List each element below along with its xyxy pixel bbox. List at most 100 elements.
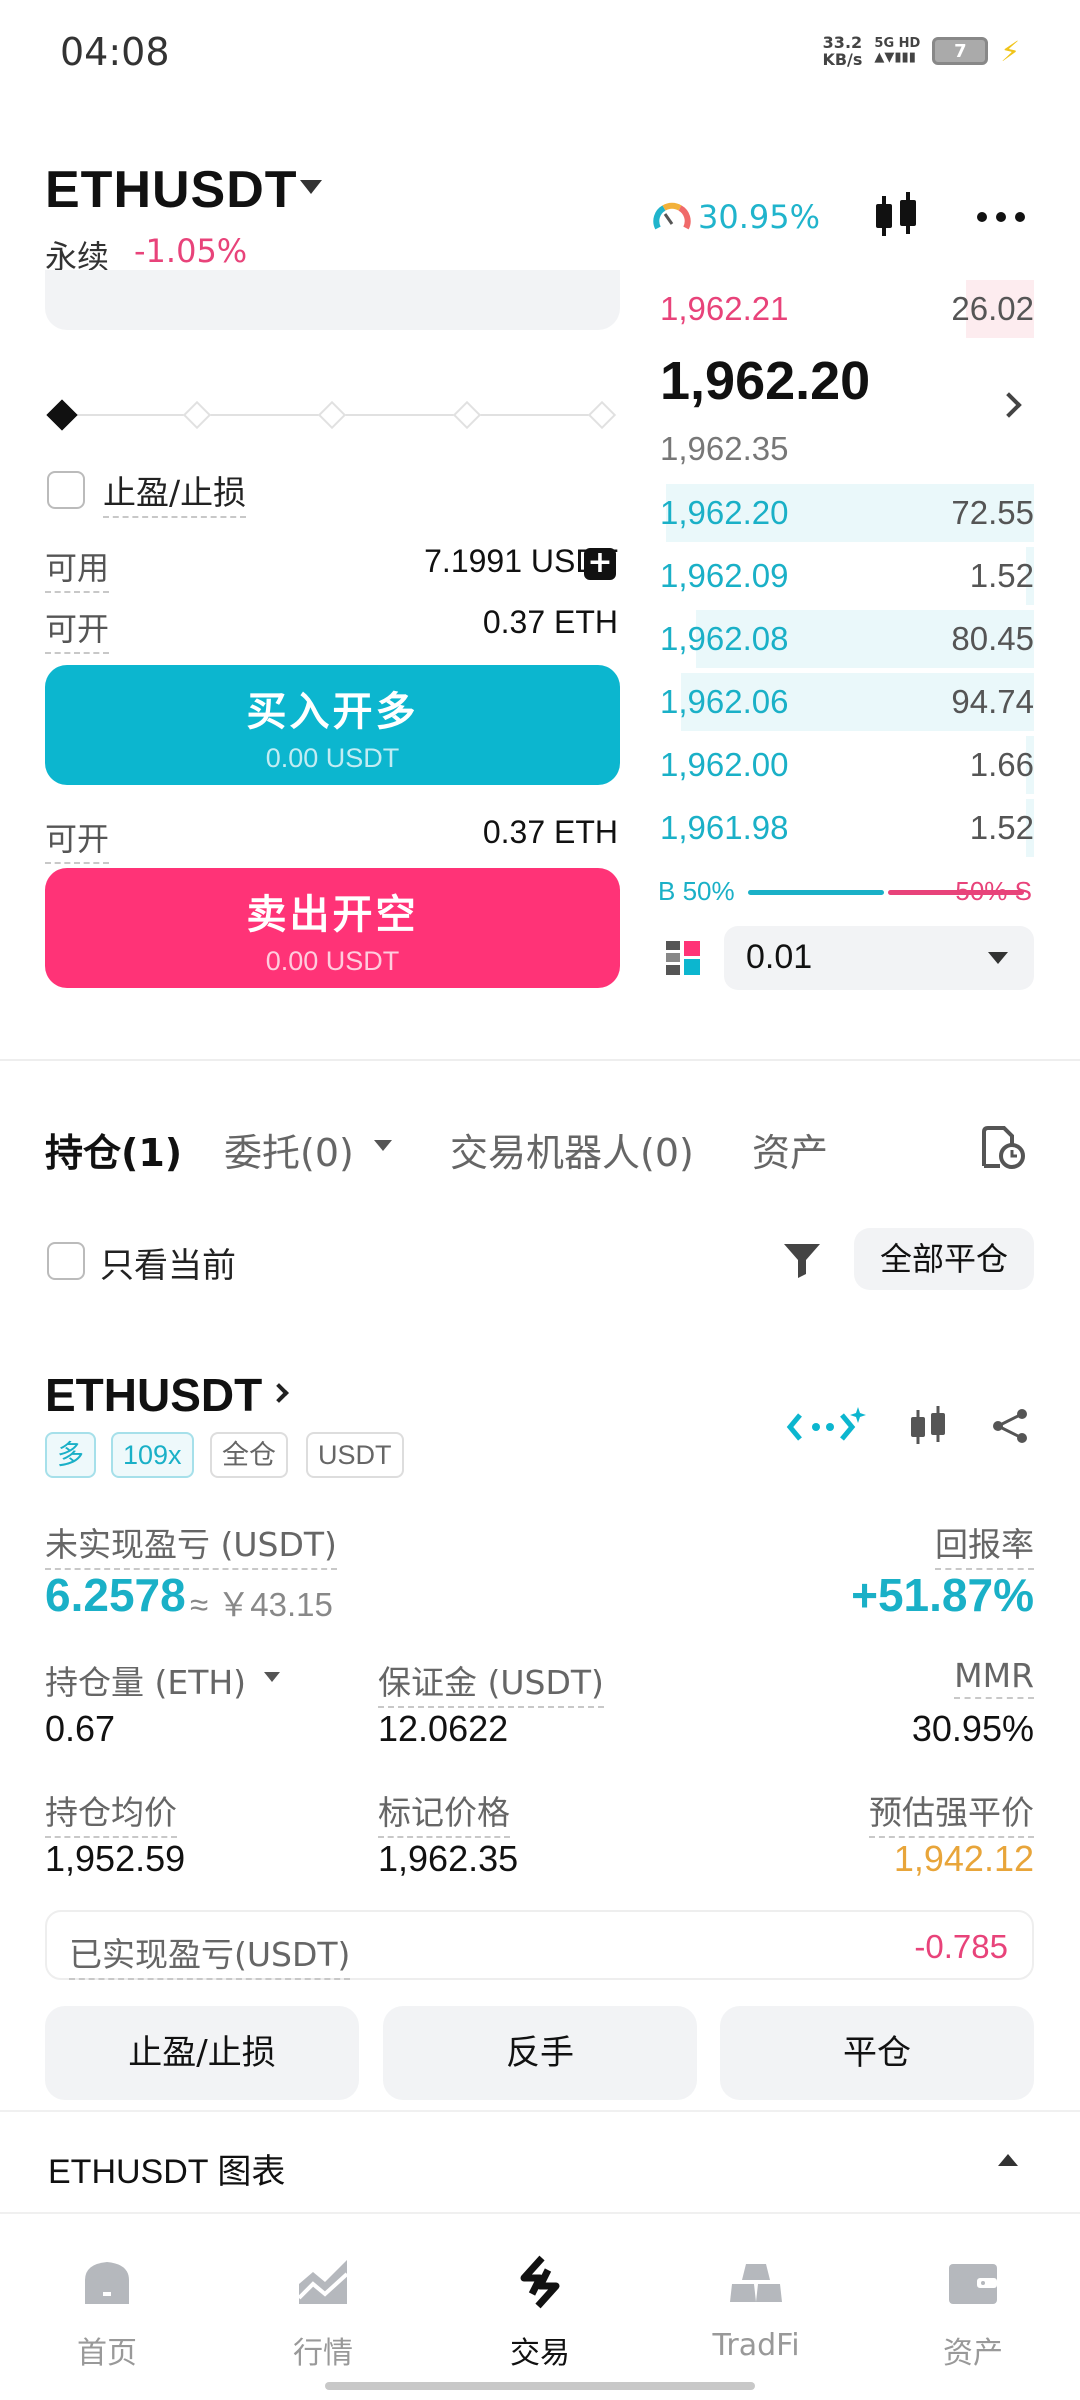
chart-line-icon xyxy=(297,2260,349,2304)
slider-step-75[interactable] xyxy=(452,400,482,430)
slider-handle[interactable] xyxy=(46,399,78,431)
margin-value: 12.0622 xyxy=(378,1708,509,1749)
leverage-tag[interactable]: 109x xyxy=(111,1432,194,1478)
tab-assets[interactable]: 资产 xyxy=(752,1122,828,1177)
status-time: 04:08 xyxy=(60,30,170,74)
open-short-label: 可开 xyxy=(45,814,110,864)
risk-gauge-icon[interactable] xyxy=(652,198,692,238)
slider-step-50[interactable] xyxy=(317,400,347,430)
liq-label: 预估强平价 xyxy=(869,1786,1034,1838)
buy-long-button[interactable]: 买入开多 0.00 USDT xyxy=(45,665,620,785)
margin-label: 保证金 (USDT) xyxy=(378,1656,604,1708)
sell-ratio: 50% S xyxy=(955,876,1032,906)
home-indicator xyxy=(325,2382,755,2390)
mmr-label: MMR xyxy=(954,1656,1034,1699)
network-speed: 33.2 KB/s xyxy=(822,33,863,69)
upnl-value: 6.2578 xyxy=(45,1569,186,1621)
bid-row[interactable]: 1,962.06 94.74 xyxy=(658,673,1034,731)
more-icon[interactable] xyxy=(977,212,1025,222)
tab-positions[interactable]: 持仓(1) xyxy=(45,1122,182,1177)
position-symbol[interactable]: ETHUSDT xyxy=(45,1368,262,1422)
realized-pnl-row[interactable]: 已实现盈亏(USDT) -0.785 xyxy=(45,1910,1034,1980)
mark-value: 1,962.35 xyxy=(378,1838,519,1879)
size-value: 0.67 xyxy=(45,1708,116,1749)
buy-ratio: B 50% xyxy=(658,876,735,906)
chart-section-toggle[interactable]: ETHUSDT 图表 xyxy=(0,2110,1080,2214)
transfer-plus-icon[interactable]: + xyxy=(584,548,616,580)
entry-label: 持仓均价 xyxy=(45,1786,177,1838)
filter-icon[interactable] xyxy=(782,1240,822,1280)
bid-row[interactable]: 1,962.00 1.66 xyxy=(658,736,1034,794)
chevron-down-icon[interactable] xyxy=(374,1140,392,1151)
copy-trade-icon[interactable] xyxy=(786,1405,866,1447)
bid-row[interactable]: 1,962.09 1.52 xyxy=(658,547,1034,605)
wallet-icon xyxy=(949,2264,997,2304)
pair-dropdown-icon[interactable] xyxy=(300,180,322,194)
nav-markets[interactable]: 行情 xyxy=(243,2254,403,2372)
mark-label: 标记价格 xyxy=(378,1786,510,1838)
tp-sl-checkbox[interactable] xyxy=(47,471,85,509)
nav-tradfi[interactable]: TradFi xyxy=(676,2254,836,2363)
battery-icon: 7 xyxy=(932,37,989,65)
precision-select[interactable]: 0.01 xyxy=(724,926,1034,990)
tp-sl-label[interactable]: 止盈/止损 xyxy=(103,466,247,518)
gold-bars-icon xyxy=(730,2264,782,2302)
price-change: -1.05% xyxy=(134,232,248,270)
open-short-value: 0.37 ETH xyxy=(482,814,618,850)
ask-row[interactable]: 1,962.21 26.02 xyxy=(658,280,1034,338)
upnl-label: 未实现盈亏 (USDT) xyxy=(45,1518,337,1570)
position-actions xyxy=(786,1404,1030,1448)
slider-step-25[interactable] xyxy=(182,400,212,430)
roe-value: +51.87% xyxy=(851,1569,1034,1621)
tp-sl-button[interactable]: 止盈/止损 xyxy=(45,2006,359,2100)
candlestick-icon[interactable] xyxy=(870,190,922,242)
nav-trade[interactable]: 交易 xyxy=(460,2254,620,2372)
close-position-button[interactable]: 平仓 xyxy=(720,2006,1034,2100)
roe-label: 回报率 xyxy=(935,1518,1034,1570)
amount-input[interactable] xyxy=(45,270,620,330)
home-icon xyxy=(85,2262,129,2304)
reverse-button[interactable]: 反手 xyxy=(383,2006,697,2100)
order-history-icon[interactable] xyxy=(978,1122,1026,1170)
current-only-label[interactable]: 只看当前 xyxy=(100,1238,236,1287)
current-only-checkbox[interactable] xyxy=(47,1242,85,1280)
slider-step-100[interactable] xyxy=(587,400,617,430)
signal-icon: 5G HD ▲▼▮▮▮ xyxy=(874,36,921,65)
candlestick-icon[interactable] xyxy=(906,1404,950,1448)
bid-row[interactable]: 1,962.08 80.45 xyxy=(658,610,1034,668)
bid-row[interactable]: 1,961.98 1.52 xyxy=(658,799,1034,857)
open-long-label: 可开 xyxy=(45,604,110,654)
side-tag: 多 xyxy=(45,1432,96,1478)
tab-orders[interactable]: 委托(0) xyxy=(224,1122,354,1177)
mark-price: 1,962.35 xyxy=(660,430,789,467)
charging-icon: ⚡ xyxy=(1000,34,1020,68)
chevron-right-icon[interactable] xyxy=(269,1383,289,1403)
upnl-cny: ≈ ￥43.15 xyxy=(190,1586,333,1623)
pair-title[interactable]: ETHUSDT xyxy=(45,160,298,220)
margin-mode-tag: 全仓 xyxy=(210,1432,288,1478)
chevron-up-icon[interactable] xyxy=(998,2154,1018,2166)
share-icon[interactable] xyxy=(990,1406,1030,1446)
nav-home[interactable]: 首页 xyxy=(27,2254,187,2372)
risk-rate[interactable]: 30.95% xyxy=(698,198,820,236)
depth-layout-icon[interactable] xyxy=(666,941,700,975)
realized-value: -0.785 xyxy=(914,1928,1008,1965)
last-price[interactable]: 1,962.20 xyxy=(660,350,870,412)
sell-short-button[interactable]: 卖出开空 0.00 USDT xyxy=(45,868,620,988)
chart-section-label: ETHUSDT 图表 xyxy=(48,2153,286,2191)
available-label: 可用 xyxy=(45,543,110,593)
settle-currency-tag: USDT xyxy=(306,1432,404,1478)
close-all-button[interactable]: 全部平仓 xyxy=(854,1228,1034,1290)
chevron-down-icon[interactable] xyxy=(264,1672,280,1682)
divider xyxy=(0,1059,1080,1061)
trade-icon xyxy=(520,2255,560,2309)
bottom-nav: 首页 行情 交易 TradFi 资产 xyxy=(0,2218,1080,2400)
amount-slider[interactable] xyxy=(46,399,617,431)
bid-row[interactable]: 1,962.20 72.55 xyxy=(658,484,1034,542)
entry-value: 1,952.59 xyxy=(45,1838,186,1879)
tab-bots[interactable]: 交易机器人(0) xyxy=(450,1122,694,1177)
chevron-right-icon[interactable] xyxy=(996,392,1022,418)
nav-assets[interactable]: 资产 xyxy=(893,2254,1053,2372)
size-label[interactable]: 持仓量 (ETH) xyxy=(45,1656,246,1704)
status-indicators: 33.2 KB/s 5G HD ▲▼▮▮▮ 7 ⚡ xyxy=(822,34,1020,68)
